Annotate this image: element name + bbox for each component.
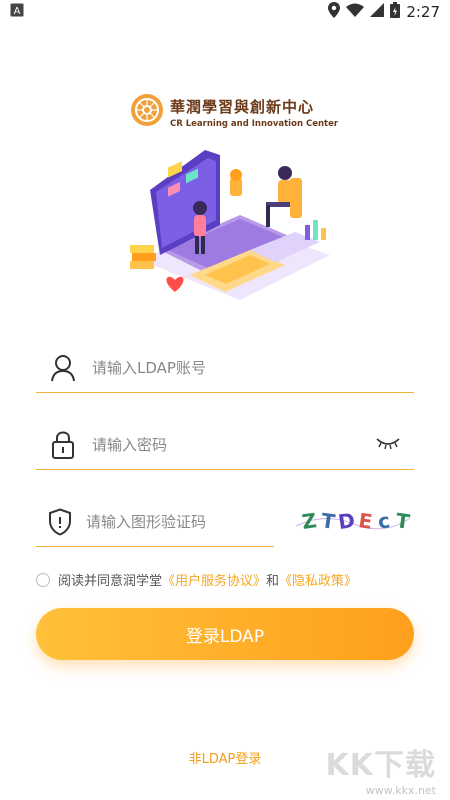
captcha-char: D	[337, 508, 357, 534]
captcha-image[interactable]: ZTDEcT	[294, 504, 412, 536]
privacy-link[interactable]: 《隐私政策》	[279, 570, 357, 589]
captcha-char: Z	[300, 508, 318, 534]
location-icon	[328, 2, 341, 22]
account-field[interactable]	[36, 344, 414, 393]
logo-name-cn: 華潤學習與創新中心	[170, 97, 315, 116]
a-icon: A	[10, 3, 24, 21]
watermark: KK下载 www.kkx.net	[326, 740, 437, 797]
account-input[interactable]	[90, 358, 414, 378]
logo-name-en: CR Learning and Innovation Center	[170, 118, 339, 129]
status-bar: A 2:27	[0, 0, 450, 24]
eye-closed-icon[interactable]	[376, 435, 400, 454]
captcha-char: T	[320, 508, 337, 534]
status-time: 2:27	[406, 3, 440, 21]
password-field[interactable]	[36, 421, 414, 470]
svg-text:A: A	[14, 6, 21, 17]
captcha-field[interactable]	[36, 498, 282, 547]
battery-icon	[390, 2, 401, 22]
captcha-char: E	[357, 508, 374, 534]
captcha-char: T	[394, 508, 411, 534]
emblem-icon	[130, 93, 164, 131]
terms-link[interactable]: 《用户服务协议》	[162, 570, 266, 589]
shield-icon	[48, 507, 72, 537]
agreement-prefix: 阅读并同意润学堂	[58, 574, 163, 589]
captcha-input[interactable]	[84, 512, 282, 532]
password-input[interactable]	[90, 435, 414, 455]
lock-icon	[48, 430, 78, 460]
agreement-row: 阅读并同意润学堂 《用户服务协议》 和 《隐私政策》	[36, 570, 357, 589]
hero-illustration	[120, 150, 335, 315]
signal-icon	[370, 3, 385, 21]
brand-logo: 華潤學習與創新中心 CR Learning and Innovation Cen…	[130, 93, 338, 131]
watermark-main: KK下载	[325, 748, 436, 783]
agreement-and: 和	[266, 574, 280, 589]
wifi-icon	[346, 3, 365, 21]
watermark-sub: www.kkx.net	[365, 784, 436, 797]
captcha-char: c	[376, 508, 391, 533]
user-icon	[48, 353, 78, 383]
agree-radio[interactable]	[36, 572, 50, 587]
login-button[interactable]: 登录LDAP	[36, 608, 414, 660]
